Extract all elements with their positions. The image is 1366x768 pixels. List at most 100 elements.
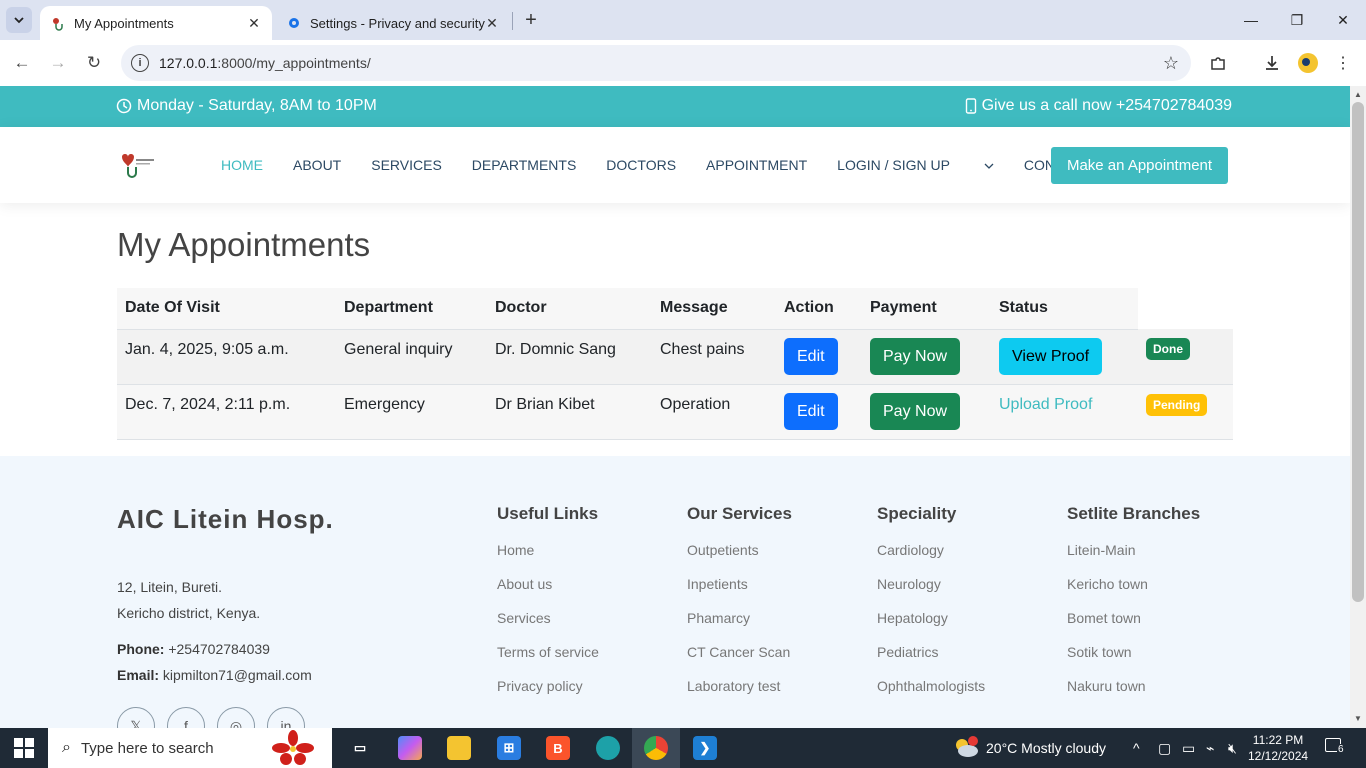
instagram-icon[interactable]: ◎	[217, 707, 255, 728]
network-icon[interactable]: ⌁	[1206, 740, 1214, 757]
nav-appointment[interactable]: APPOINTMENT	[706, 157, 807, 173]
new-tab-button[interactable]: +	[520, 9, 542, 31]
windows-start-icon[interactable]	[14, 738, 34, 758]
taskbar-search-box[interactable]: ⌕ Type here to search	[48, 728, 332, 768]
cell-action: Edit	[776, 384, 862, 440]
footer-link[interactable]: Privacy policy	[497, 678, 599, 712]
task-view-icon[interactable]: ▭	[348, 736, 372, 760]
pay-now-button[interactable]: Pay Now	[870, 338, 961, 375]
chrome-icon[interactable]	[644, 736, 668, 760]
hospital-logo[interactable]	[116, 147, 156, 183]
footer-address: 12, Litein, Bureti. Kericho district, Ke…	[117, 579, 261, 621]
cell-status: Done	[1138, 329, 1233, 385]
nav-login-signup[interactable]: LOGIN / SIGN UP	[837, 157, 994, 173]
cell-doctor: Dr. Domnic Sang	[487, 329, 652, 385]
tab-my-appointments[interactable]: My Appointments ✕	[40, 6, 272, 40]
footer-link[interactable]: Inpetients	[687, 576, 792, 610]
column-header: Action	[776, 288, 862, 330]
footer-link[interactable]: Hepatology	[877, 610, 985, 644]
taskbar-clock[interactable]: 11:22 PM 12/12/2024	[1248, 732, 1308, 764]
chevron-down-icon	[14, 17, 24, 24]
forward-arrow-icon[interactable]: →	[46, 51, 70, 75]
footer-link[interactable]: Litein-Main	[1067, 542, 1200, 576]
window-close-icon[interactable]: ✕	[1331, 8, 1355, 32]
brave-browser-icon[interactable]: B	[546, 736, 570, 760]
restore-icon[interactable]: ❐	[1285, 8, 1309, 32]
edit-button[interactable]: Edit	[784, 393, 838, 430]
profile-avatar[interactable]	[1296, 51, 1320, 75]
cell-payment: Pay Now	[862, 329, 991, 385]
tab-search-button[interactable]	[6, 7, 32, 33]
edge-browser-icon[interactable]	[596, 736, 620, 760]
close-icon[interactable]: ✕	[246, 15, 262, 31]
nav-departments[interactable]: DEPARTMENTS	[472, 157, 577, 173]
column-header: Payment	[862, 288, 991, 330]
footer-link[interactable]: Phamarcy	[687, 610, 792, 644]
nav-services[interactable]: SERVICES	[371, 157, 442, 173]
footer-link[interactable]: CT Cancer Scan	[687, 644, 792, 678]
nav-home[interactable]: HOME	[221, 157, 263, 173]
view-proof-button[interactable]: View Proof	[999, 338, 1103, 375]
meet-now-icon[interactable]: ▢	[1158, 740, 1171, 757]
footer-link[interactable]: Laboratory test	[687, 678, 792, 712]
scrollbar-thumb[interactable]	[1352, 102, 1364, 602]
chevron-up-icon[interactable]: ^	[1133, 740, 1140, 756]
minimize-icon[interactable]: —	[1239, 8, 1263, 32]
site-info-icon[interactable]: i	[131, 54, 149, 72]
scroll-down-arrow-icon[interactable]: ▼	[1354, 714, 1362, 723]
column-header: Message	[652, 288, 776, 330]
footer-link[interactable]: Nakuru town	[1067, 678, 1200, 712]
cell-date: Jan. 4, 2025, 9:05 a.m.	[117, 329, 336, 385]
menu-kebab-icon[interactable]: ⋮	[1331, 51, 1355, 75]
vscode-icon[interactable]: ❯	[693, 736, 717, 760]
footer-link[interactable]: About us	[497, 576, 599, 610]
pay-now-button[interactable]: Pay Now	[870, 393, 961, 430]
footer-link[interactable]: Services	[497, 610, 599, 644]
web-page: Monday - Saturday, 8AM to 10PM Give us a…	[0, 86, 1350, 728]
back-arrow-icon[interactable]: ←	[10, 51, 34, 75]
facebook-icon[interactable]: f	[167, 707, 205, 728]
footer-link[interactable]: Outpetients	[687, 542, 792, 576]
nav-about[interactable]: ABOUT	[293, 157, 341, 173]
search-icon: ⌕	[62, 739, 71, 756]
page-scrollbar[interactable]: ▲ ▼	[1350, 86, 1366, 728]
notifications-icon[interactable]: 6	[1325, 738, 1345, 755]
footer-link[interactable]: Sotik town	[1067, 644, 1200, 678]
weather-text[interactable]: 20°C Mostly cloudy	[986, 740, 1106, 756]
x-twitter-icon[interactable]: 𝕏	[117, 707, 155, 728]
footer-link[interactable]: Neurology	[877, 576, 985, 610]
battery-icon[interactable]: ▭	[1182, 740, 1195, 757]
copilot-icon[interactable]	[398, 736, 422, 760]
linkedin-icon[interactable]: in	[267, 707, 305, 728]
volume-muted-icon[interactable]: 🔇︎	[1228, 740, 1237, 757]
nav-doctors[interactable]: DOCTORS	[606, 157, 676, 173]
phone-icon	[965, 98, 976, 114]
upload-proof-link[interactable]: Upload Proof	[999, 396, 1092, 413]
gear-icon	[286, 15, 302, 31]
footer-link[interactable]: Bomet town	[1067, 610, 1200, 644]
tab-title: Settings - Privacy and security	[310, 15, 485, 31]
footer-link[interactable]: Pediatrics	[877, 644, 985, 678]
footer-link[interactable]: Ophthalmologists	[877, 678, 985, 712]
reload-icon[interactable]: ↻	[82, 51, 106, 75]
weather-cloud-icon[interactable]	[953, 736, 979, 761]
footer-link[interactable]: Cardiology	[877, 542, 985, 576]
close-icon[interactable]: ✕	[484, 15, 500, 31]
tab-settings[interactable]: Settings - Privacy and security ✕	[278, 6, 510, 40]
info-top-bar: Monday - Saturday, 8AM to 10PM Give us a…	[0, 86, 1350, 127]
footer-col-services: Our Services Outpetients Inpetients Pham…	[687, 504, 792, 712]
make-appointment-button[interactable]: Make an Appointment	[1051, 147, 1228, 184]
site-footer: AIC Litein Hosp. 12, Litein, Bureti. Ker…	[0, 456, 1350, 728]
edit-button[interactable]: Edit	[784, 338, 838, 375]
footer-link[interactable]: Terms of service	[497, 644, 599, 678]
bookmark-star-icon[interactable]: ☆	[1163, 53, 1179, 74]
footer-link[interactable]: Home	[497, 542, 599, 576]
download-icon[interactable]	[1260, 51, 1284, 75]
scroll-up-arrow-icon[interactable]: ▲	[1354, 90, 1362, 99]
extensions-puzzle-icon[interactable]	[1206, 51, 1230, 75]
microsoft-store-icon[interactable]: ⊞	[497, 736, 521, 760]
file-explorer-icon[interactable]	[447, 736, 471, 760]
cell-message: Operation	[652, 384, 776, 440]
footer-link[interactable]: Kericho town	[1067, 576, 1200, 610]
address-bar[interactable]: i 127.0.0.1:8000/my_appointments/ ☆	[121, 45, 1191, 81]
